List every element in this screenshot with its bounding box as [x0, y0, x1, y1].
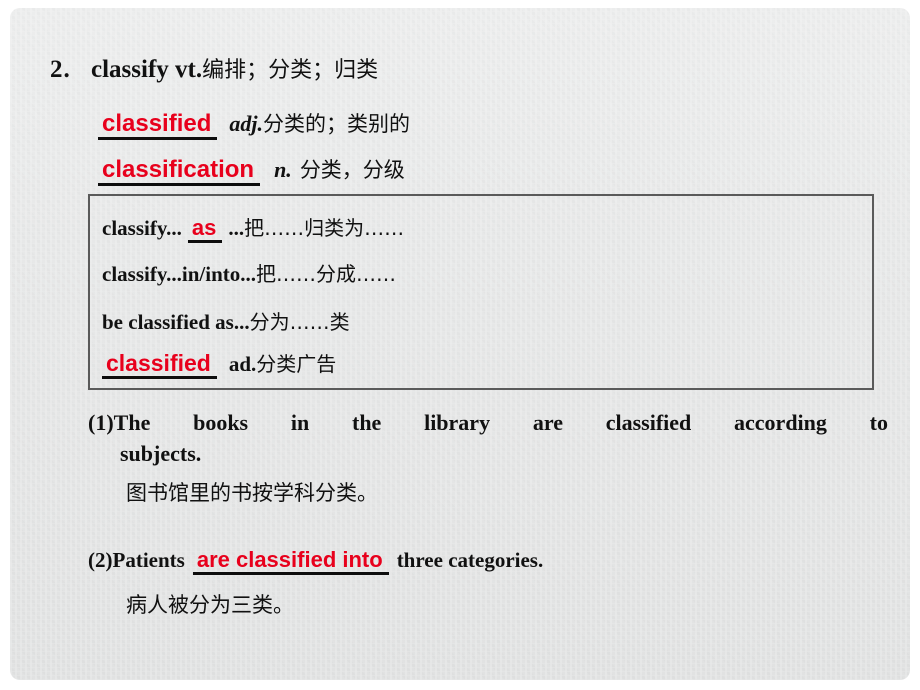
example-1: (1)The books in the library are classifi… — [88, 406, 888, 507]
example-2-after: three categories. — [396, 548, 544, 572]
phrase-line-4: classified ad.分类广告 — [102, 348, 337, 380]
example-1-sentence-tail: subjects. — [120, 441, 202, 467]
derivative-chinese-1: 分类的；类别的 — [263, 112, 411, 136]
derivative-answer-classification[interactable]: classification — [98, 157, 261, 187]
phrase-box: classify... as ...把……归类为…… classify...in/i… — [88, 194, 874, 390]
phrase-answer-as[interactable]: as — [187, 216, 223, 244]
phrase-line-2: classify...in/into...把……分成…… — [102, 258, 396, 287]
headword-word: classify vt. — [91, 56, 203, 83]
derivative-answer-classified[interactable]: classified — [98, 111, 218, 141]
phrase-3-chinese: 分为……类 — [249, 310, 350, 334]
phrase-line-1: classify... as ...把……归类为…… — [102, 212, 405, 244]
phrase-1-before: classify... — [102, 216, 182, 240]
derivative-chinese-2: 分类，分级 — [299, 158, 405, 182]
example-1-sentence: (1)The books in the library are classifi… — [88, 406, 888, 439]
derivative-line-1: classified adj.分类的；类别的 — [98, 108, 411, 141]
headword-number: 2. — [50, 56, 71, 83]
example-2: (2)Patients are classified into three cate… — [88, 548, 898, 619]
phrase-2-before: classify...in/into... — [102, 262, 257, 286]
example-1-sentence-head: The books in the library are classified … — [113, 410, 888, 435]
example-1-translation: 图书馆里的书按学科分类。 — [126, 481, 378, 506]
example-2-before: Patients — [112, 548, 185, 572]
headword-chinese: 编排；分类；归类 — [202, 58, 379, 83]
phrase-line-3: be classified as...分为……类 — [102, 306, 350, 335]
phrase-1-chinese: 把……归类为…… — [244, 216, 405, 240]
phrase-answer-classified-ad[interactable]: classified — [102, 351, 217, 380]
derivative-pos-n: n. — [274, 157, 292, 182]
phrase-2-chinese: 把……分成…… — [256, 262, 397, 286]
example-answer-are-classified-into[interactable]: are classified into — [192, 548, 389, 576]
phrase-1-after: ... — [228, 216, 245, 240]
phrase-4-after: ad. — [228, 352, 257, 376]
derivative-pos-adj: adj. — [229, 111, 264, 136]
example-1-marker: (1) — [88, 410, 114, 435]
phrase-4-chinese: 分类广告 — [256, 352, 337, 376]
slide-panel: 2. classify vt.编排；分类；归类 classified adj.分类… — [10, 8, 910, 680]
headword-line: 2. classify vt.编排；分类；归类 — [50, 52, 378, 84]
derivative-line-2: classification n. 分类，分级 — [98, 154, 405, 187]
example-2-marker: (2) — [88, 548, 113, 572]
phrase-3-before: be classified as... — [102, 310, 250, 334]
example-2-translation: 病人被分为三类。 — [126, 593, 294, 618]
example-2-sentence: (2)Patients are classified into three cate… — [88, 548, 898, 576]
slide-content: 2. classify vt.编排；分类；归类 classified adj.分类… — [10, 8, 910, 680]
